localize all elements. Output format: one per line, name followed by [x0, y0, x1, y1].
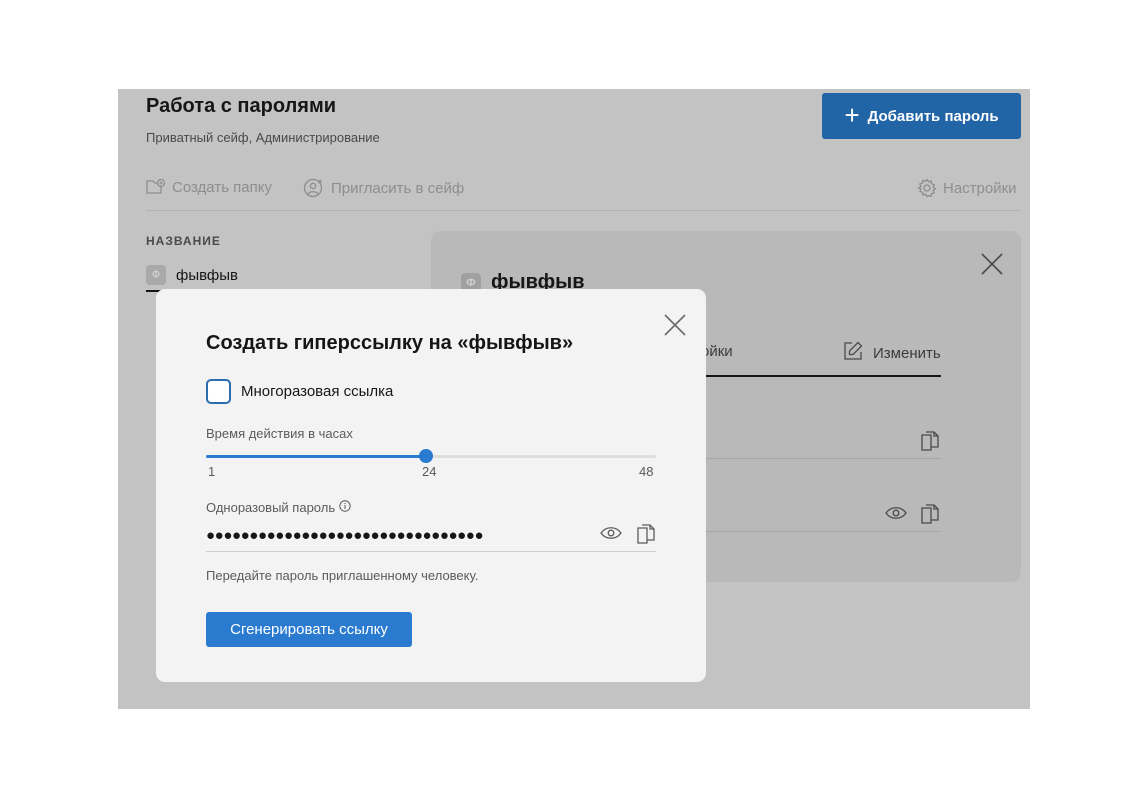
field-divider: [701, 458, 941, 459]
eye-icon[interactable]: [600, 526, 622, 545]
copy-icon[interactable]: [921, 504, 939, 529]
column-header-name: НАЗВАНИЕ: [146, 234, 221, 248]
add-password-label: Добавить пароль: [867, 107, 999, 125]
edit-button[interactable]: Изменить: [843, 341, 941, 365]
add-password-button[interactable]: + Добавить пароль: [822, 93, 1021, 139]
slider-tick-mid: 24: [422, 464, 437, 479]
create-folder-button[interactable]: Создать папку: [146, 178, 272, 196]
slider-thumb[interactable]: [419, 449, 434, 463]
create-folder-label: Создать папку: [172, 178, 272, 196]
info-icon[interactable]: [339, 500, 351, 515]
close-icon[interactable]: [981, 253, 1003, 280]
dialog-title: Создать гиперссылку на «фывфыв»: [206, 332, 574, 354]
multiuse-option[interactable]: Многоразовая ссылка: [206, 379, 393, 404]
slider-tick-max: 48: [639, 464, 654, 479]
close-icon[interactable]: [664, 314, 686, 341]
slider-tick-min: 1: [208, 464, 216, 479]
settings-button[interactable]: Настройки: [917, 178, 1017, 198]
eye-icon[interactable]: [885, 506, 907, 525]
folder-add-icon: [146, 178, 166, 196]
edit-icon: [843, 341, 863, 365]
otp-label: Одноразовый пароль: [206, 500, 351, 515]
hint-text: Передайте пароль приглашенному человеку.: [206, 568, 479, 583]
page-title: Работа с паролями: [146, 95, 337, 117]
list-item[interactable]: Ф фывфыв: [146, 265, 238, 285]
tab-underline: [701, 375, 941, 377]
copy-icon[interactable]: [921, 431, 939, 456]
page-subtitle: Приватный сейф, Администрирование: [146, 130, 380, 145]
invite-user-icon: [303, 178, 325, 198]
invite-label: Пригласить в сейф: [331, 179, 465, 197]
gear-icon: [917, 178, 937, 198]
edit-label: Изменить: [873, 344, 941, 362]
slider-label: Время действия в часах: [206, 426, 353, 441]
list-item-name: фывфыв: [176, 266, 239, 284]
settings-label: Настройки: [943, 179, 1017, 197]
toolbar-divider: [146, 210, 1021, 211]
slider-fill: [206, 455, 427, 458]
duration-slider[interactable]: [206, 449, 656, 463]
field-divider: [701, 531, 941, 532]
create-link-dialog: Создать гиперссылку на «фывфыв» Многораз…: [156, 289, 706, 682]
otp-field[interactable]: ●●●●●●●●●●●●●●●●●●●●●●●●●●●●●●●●: [206, 527, 484, 544]
item-badge: Ф: [146, 265, 166, 285]
multiuse-checkbox[interactable]: [206, 379, 231, 404]
multiuse-label: Многоразовая ссылка: [241, 383, 394, 400]
otp-label-text: Одноразовый пароль: [206, 500, 336, 515]
otp-divider: [206, 551, 656, 552]
plus-icon: +: [844, 99, 860, 130]
invite-button[interactable]: Пригласить в сейф: [303, 178, 464, 198]
generate-link-button[interactable]: Сгенерировать ссылку: [206, 612, 412, 647]
copy-icon[interactable]: [637, 524, 655, 549]
